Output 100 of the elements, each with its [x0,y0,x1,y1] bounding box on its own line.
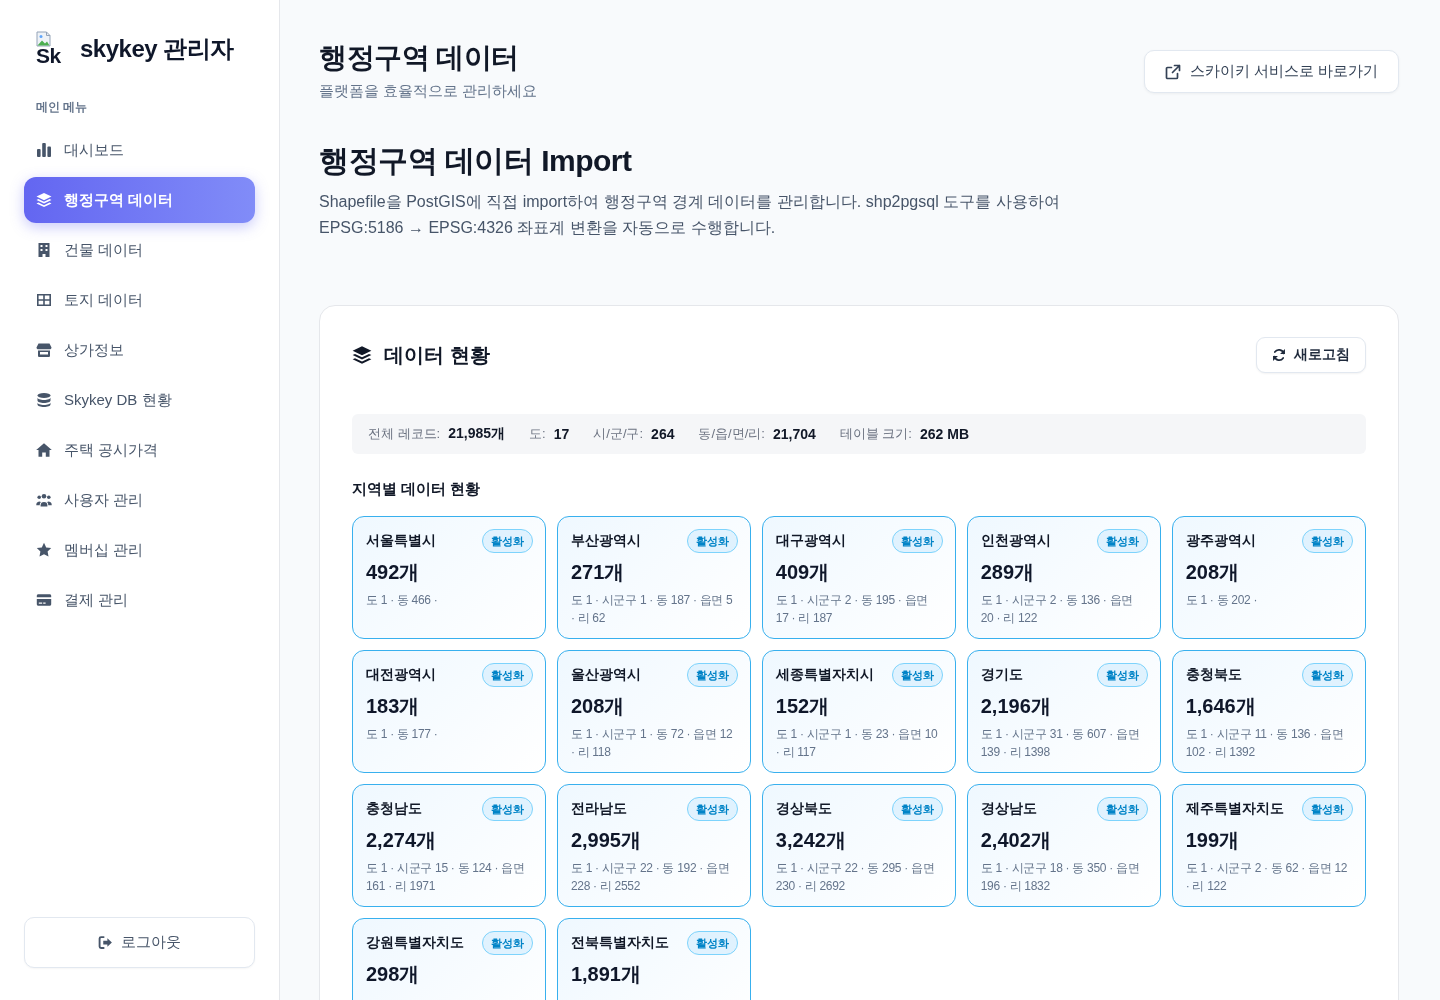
record-count: 199개 [1185,828,1241,853]
status-badge: 활성화 [482,529,534,553]
record-count: 409개 [775,560,831,585]
status-badge: 활성화 [687,931,739,955]
record-count: 2,995개 [570,828,642,853]
menu-section-label: 메인 메뉴 [36,99,89,115]
sidebar-item[interactable]: Skykey DB 현황 [24,377,255,423]
sidebar-item[interactable]: 토지 데이터 [24,277,255,323]
record-count: 183개 [366,694,421,719]
status-badge: 활성화 [892,797,944,821]
region-name: 강원특별자치도 [366,934,464,952]
region-detail: 도 1 · 시군구 22 · 동 192 · 읍면 228 · 리 2552 [570,860,731,895]
status-badge: 활성화 [1097,529,1149,553]
sidebar-item[interactable]: 주택 공시가격 [24,427,255,473]
section-description: Shapefile을 PostGIS에 직접 import하여 행정구역 경계 데이터를 관리합니다. shp2pgsql 도구를 사용하여 EPSG:5186 → EPSG:4326 좌표계 변환을 자동으로 수행합니다. [319,192,1061,238]
region-name: 대구광역시 [775,532,846,550]
refresh-icon [1272,348,1286,362]
region-name: 충청남도 [366,800,422,818]
stat-label: 시/군/구: [593,425,644,443]
record-count: 289개 [980,560,1036,585]
status-badge: 활성화 [482,663,534,687]
sidebar-item[interactable]: 멤버십 관리 [24,527,255,573]
region-name: 경기도 [980,666,1023,684]
status-badge: 활성화 [687,797,739,821]
region-name: 세종특별자치시 [775,666,874,684]
stat-label: 테이블 크기: [839,425,912,443]
status-badge: 활성화 [892,663,944,687]
database-icon [36,392,52,408]
record-count: 1,646개 [1185,694,1257,719]
record-count: 152개 [775,694,831,719]
region-detail: 도 1 · 시군구 15 · 동 124 · 읍면 161 · 리 1971 [366,860,526,895]
record-count: 271개 [570,560,626,585]
sidebar-item[interactable]: 결제 관리 [24,577,255,623]
sidebar-item[interactable]: 행정구역 데이터 [24,177,255,223]
section-title: 행정구역 데이터 Import [319,143,633,179]
record-count: 1,891개 [570,962,642,987]
region-detail: 도 1 · 시군구 1 · 동 72 · 읍면 12 · 리 118 [570,726,734,761]
record-count: 3,242개 [775,828,847,853]
region-detail: 도 1 · 시군구 22 · 동 295 · 읍면 230 · 리 2692 [775,860,936,895]
sidebar-item[interactable]: 사용자 관리 [24,477,255,523]
status-badge: 활성화 [1302,529,1353,553]
service-link-button[interactable]: 스카이키 서비스로 바로가기 [1143,50,1399,93]
region-detail: 도 1 · 시군구 2 · 동 136 · 읍면 20 · 리 122 [980,592,1134,627]
region-name: 전북특별자치도 [570,934,669,952]
record-count: 2,196개 [980,694,1052,719]
region-detail: 도 1 · 동 177 · [366,726,439,743]
sidebar-item[interactable]: 건물 데이터 [24,227,255,273]
region-detail: 도 1 · 시군구 18 · 동 350 · 읍면 196 · 리 1832 [980,860,1141,895]
record-count: 492개 [366,560,421,585]
record-count: 2,274개 [366,828,438,853]
credit-card-icon [36,592,52,608]
status-badge: 활성화 [482,931,534,955]
app-title: skykey 관리자 [80,34,234,64]
stat-value: 262 MB [920,426,969,442]
stat-value: 17 [553,426,570,442]
region-name: 광주광역시 [1185,532,1256,550]
users-icon [36,492,52,508]
house-icon [36,442,52,458]
region-name: 부산광역시 [570,532,641,550]
building-icon [36,242,52,258]
record-count: 2,402개 [980,828,1052,853]
regions-title: 지역별 데이터 현황 [352,479,482,499]
logo-alt-text: Sk [36,47,62,65]
broken-image-icon [36,31,52,47]
bar-chart-icon [36,142,52,158]
status-badge: 활성화 [482,797,534,821]
region-detail: 도 1 · 동 202 · [1185,592,1259,609]
stat-value: 264 [651,426,675,442]
sign-out-icon [98,935,113,950]
region-name: 제주특별자치도 [1185,800,1284,818]
sidebar-item[interactable]: 대시보드 [24,127,255,173]
region-detail: 도 1 · 시군구 11 · 동 136 · 읍면 102 · 리 1392 [1185,726,1345,761]
region-name: 서울특별시 [366,532,436,550]
record-count: 208개 [1185,560,1241,585]
status-badge: 활성화 [1097,663,1149,687]
panel-title: 데이터 현황 [384,342,490,368]
region-detail: 도 1 · 동 466 · [366,592,439,609]
sidebar-item[interactable]: 상가정보 [24,327,255,373]
region-name: 경상남도 [980,800,1037,818]
stat-value: 21,985개 [448,425,506,443]
region-name: 대전광역시 [366,666,436,684]
external-link-icon [1164,63,1181,80]
region-detail: 도 1 · 시군구 1 · 동 187 · 읍면 5 · 리 62 [570,592,734,627]
status-badge: 활성화 [687,663,739,687]
logout-button[interactable]: 로그아웃 [24,917,255,968]
record-count: 208개 [570,694,626,719]
status-badge: 활성화 [1097,797,1149,821]
region-detail: 도 1 · 시군구 31 · 동 607 · 읍면 139 · 리 1398 [980,726,1141,761]
stat-value: 21,704 [772,426,816,442]
region-detail: 도 1 · 시군구 2 · 동 195 · 읍면 17 · 리 187 [775,592,929,627]
page-title: 행정구역 데이터 [319,41,520,75]
region-name: 충청북도 [1185,666,1242,684]
status-badge: 활성화 [687,529,739,553]
status-badge: 활성화 [1302,797,1353,821]
stat-label: 동/읍/면/리: [698,425,765,443]
layers-icon [352,345,372,365]
region-name: 울산광역시 [570,666,641,684]
star-icon [36,542,52,558]
store-icon [36,342,52,358]
refresh-button[interactable]: 새로고침 [1256,337,1366,373]
